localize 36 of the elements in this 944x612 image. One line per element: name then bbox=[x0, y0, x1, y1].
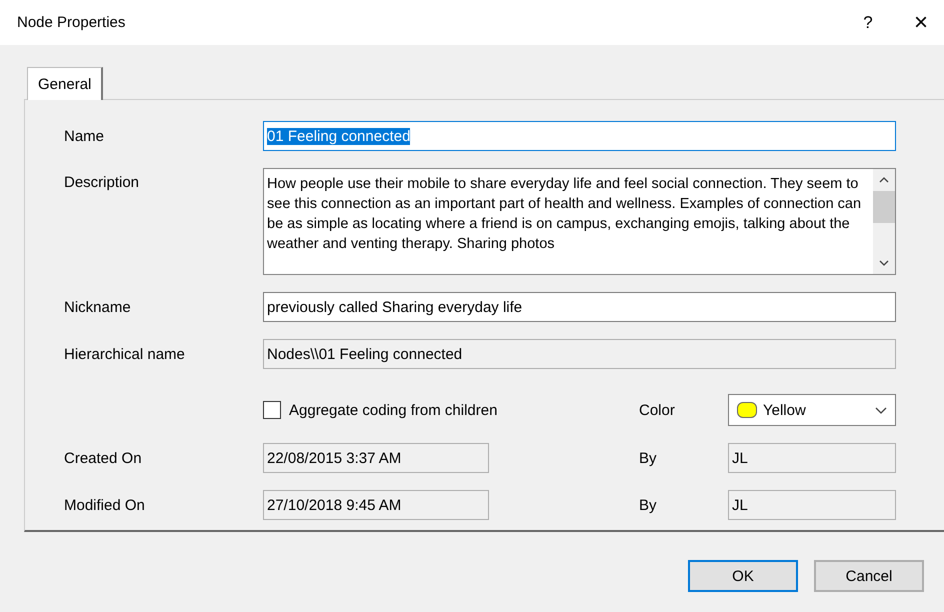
scroll-thumb[interactable] bbox=[873, 191, 895, 223]
aggregate-checkbox[interactable]: Aggregate coding from children bbox=[263, 401, 639, 419]
scroll-up-icon[interactable] bbox=[879, 177, 889, 183]
checkbox[interactable] bbox=[263, 401, 281, 419]
field-value: previously called Sharing everyday life bbox=[267, 298, 522, 316]
close-button[interactable]: × bbox=[898, 2, 944, 42]
description-text: How people use their mobile to share everyday life and feel social connection. They seem to see this connection as an important part of health and wellness. Examples of connection can be as simple as locating where a friend is on campus, exchanging emojis, talking about the weather and venting therapy. Sharing photos bbox=[266, 175, 862, 254]
text-field[interactable]: 01 Feeling connected bbox=[263, 121, 896, 151]
date-field[interactable]: 27/10/2018 9:45 AM bbox=[263, 490, 489, 520]
color-dropdown[interactable]: Yellow bbox=[728, 394, 896, 426]
by-label: By bbox=[639, 496, 658, 514]
field-label: Modified On bbox=[64, 496, 146, 514]
author-field[interactable]: JL bbox=[728, 490, 896, 520]
cancel-button[interactable]: Cancel bbox=[814, 560, 924, 592]
field-label: Name bbox=[64, 128, 106, 144]
scrollbar[interactable] bbox=[873, 169, 895, 274]
window-title: Node Properties bbox=[17, 14, 126, 31]
field-value: 01 Feeling connected bbox=[267, 128, 410, 144]
field-label: Nickname bbox=[64, 298, 132, 316]
date-field[interactable]: 22/08/2015 3:37 AM bbox=[263, 443, 489, 473]
tab[interactable]: General bbox=[27, 67, 104, 100]
field-label: Hierarchical name bbox=[64, 346, 186, 362]
ok-button[interactable]: OK bbox=[688, 560, 798, 592]
caret-icon bbox=[875, 406, 887, 414]
help-button[interactable]: ? bbox=[838, 2, 898, 42]
checkbox-label: Aggregate coding from children bbox=[289, 402, 498, 418]
field-value: Nodes\\01 Feeling connected bbox=[267, 346, 462, 362]
text-field[interactable]: previously called Sharing everyday life bbox=[263, 292, 896, 322]
scroll-down-icon[interactable] bbox=[879, 260, 889, 266]
field-label: Description bbox=[64, 173, 140, 191]
author-field[interactable]: JL bbox=[728, 443, 896, 473]
description-field[interactable] bbox=[263, 168, 896, 275]
text-field[interactable]: Nodes\\01 Feeling connected bbox=[263, 339, 896, 369]
field-label: Created On bbox=[64, 450, 143, 466]
color-label: Color bbox=[639, 402, 676, 418]
by-label: By bbox=[639, 450, 658, 466]
